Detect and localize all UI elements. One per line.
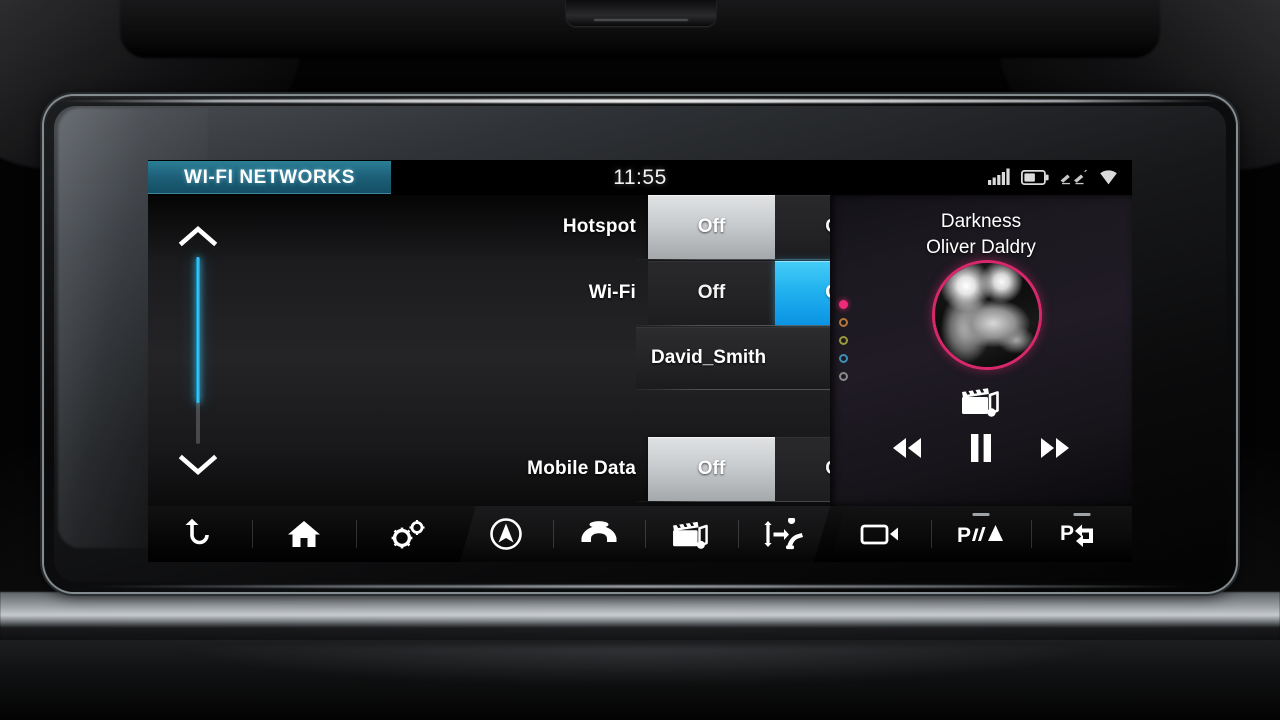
- scroll-up-button[interactable]: [176, 223, 220, 249]
- network-name: David_Smith: [651, 347, 767, 368]
- home-icon: [288, 521, 320, 547]
- row-label-hotspot: Hotspot: [562, 216, 636, 237]
- chevron-up-icon: [178, 225, 218, 247]
- row-label-wifi: Wi-Fi: [588, 282, 636, 303]
- media-artist: Oliver Daldry: [926, 237, 1036, 258]
- dashboard-vent-notch: [566, 0, 716, 26]
- status-bar: WI-FI NETWORKS 11:55: [148, 160, 1132, 195]
- source-dot-3[interactable]: [839, 336, 848, 345]
- media-clapperboard-note-icon: [670, 517, 712, 551]
- scrollbar[interactable]: [168, 195, 228, 506]
- home-button[interactable]: [252, 506, 356, 562]
- media-clapperboard-note-icon[interactable]: [830, 383, 1132, 419]
- svg-text:P: P: [957, 524, 971, 547]
- climate-seat-icon: [763, 518, 805, 550]
- settings-button[interactable]: [356, 506, 460, 562]
- camera-button[interactable]: [830, 506, 931, 562]
- button-active-indicator: [1073, 513, 1091, 516]
- park-assist-sensors-button[interactable]: P: [930, 506, 1032, 562]
- nav-group-left: [148, 506, 460, 562]
- back-arrow-icon: [185, 518, 209, 545]
- scrollbar-thumb[interactable]: [196, 257, 200, 403]
- bottom-navigation-bar: P P: [148, 506, 1132, 562]
- svg-text:P: P: [1060, 522, 1074, 545]
- navigation-button[interactable]: [460, 506, 553, 562]
- climate-seat-button[interactable]: [738, 506, 831, 562]
- rewind-button[interactable]: [890, 435, 924, 461]
- phone-button[interactable]: [553, 506, 646, 562]
- bezel-top-highlight: [52, 99, 1228, 103]
- bluetooth-devices-icon: [1060, 169, 1087, 185]
- nav-group-middle: [460, 506, 830, 562]
- toggle-wifi-off[interactable]: Off: [648, 261, 775, 325]
- toggle-mobile-data-off[interactable]: Off: [648, 437, 775, 501]
- source-dot-5[interactable]: [839, 372, 848, 381]
- camera-icon: [860, 524, 899, 545]
- button-active-indicator: [972, 513, 990, 516]
- row-mobile-data: Mobile Data Off On: [238, 437, 928, 501]
- dashboard-lower-sheen: [180, 646, 1100, 686]
- infotainment-screen: WI-FI NETWORKS 11:55 Hotspot Off Wi-Fi O…: [148, 160, 1132, 562]
- row-label-mobile-data: Mobile Data: [527, 458, 636, 479]
- media-track-title: Darkness: [940, 211, 1022, 232]
- source-preset-dots[interactable]: [839, 300, 848, 381]
- media-button[interactable]: [645, 506, 738, 562]
- row-hotspot: Hotspot Off On: [238, 195, 928, 259]
- status-icon-tray: [988, 168, 1118, 185]
- park-maneuver-icon: P: [1060, 522, 1093, 547]
- clock: 11:55: [613, 166, 667, 189]
- telephone-icon: [578, 520, 620, 548]
- settings-rows: Hotspot Off On Wi-Fi Off On David_Smith: [238, 195, 928, 506]
- album-art-image: [935, 263, 1039, 367]
- fast-forward-button[interactable]: [1038, 435, 1072, 461]
- park-sensor-icon: P: [957, 524, 1003, 547]
- pause-button[interactable]: [968, 433, 994, 463]
- back-button[interactable]: [148, 506, 252, 562]
- bezel-bottom-highlight: [74, 585, 1206, 588]
- navigation-compass-icon: [489, 517, 523, 551]
- media-transport-controls: [830, 433, 1132, 463]
- battery-icon: [1021, 170, 1049, 185]
- row-wifi: Wi-Fi Off On: [238, 261, 928, 325]
- nav-group-right: P P: [830, 506, 1132, 562]
- album-art[interactable]: [932, 260, 1042, 370]
- cellular-signal-icon: [988, 168, 1010, 185]
- chevron-down-icon: [178, 454, 218, 476]
- park-assist-maneuver-button[interactable]: P: [1031, 506, 1132, 562]
- source-dot-1[interactable]: [839, 300, 848, 309]
- media-player-panel: Darkness Oliver Daldry: [830, 195, 1132, 506]
- settings-gears-icon: [391, 520, 425, 549]
- source-dot-4[interactable]: [839, 354, 848, 363]
- toggle-hotspot-off[interactable]: Off: [648, 195, 775, 259]
- wifi-icon: [1100, 170, 1117, 185]
- source-dot-2[interactable]: [839, 318, 848, 327]
- scroll-down-button[interactable]: [176, 452, 220, 478]
- scrollbar-track[interactable]: [196, 257, 200, 444]
